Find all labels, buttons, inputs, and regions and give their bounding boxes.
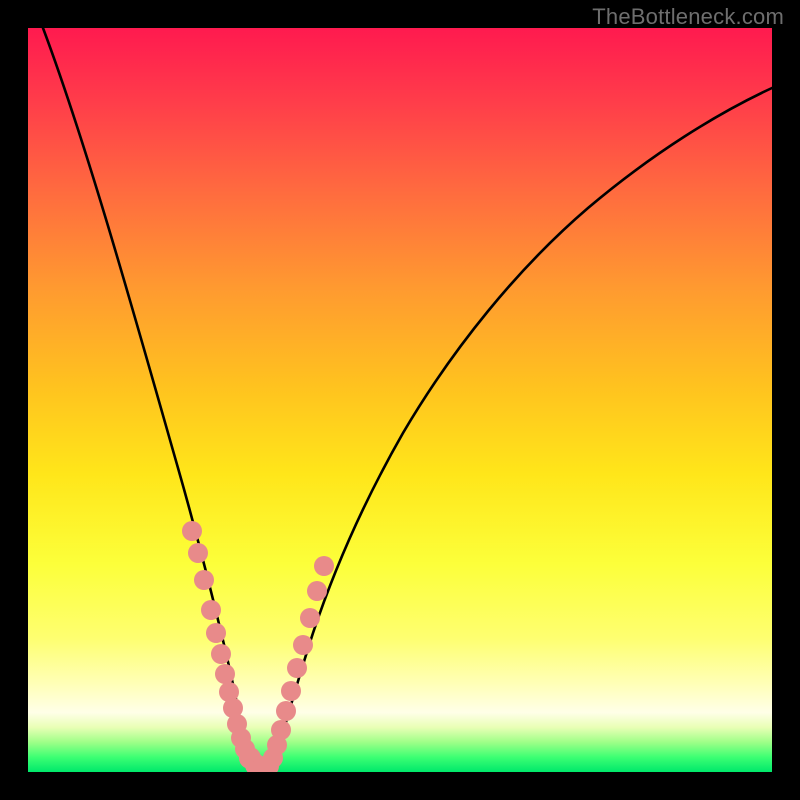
chart-svg	[28, 28, 772, 772]
chart-plot-area	[28, 28, 772, 772]
right-curve	[267, 88, 772, 771]
watermark-text: TheBottleneck.com	[592, 4, 784, 30]
marker-dots	[182, 521, 334, 772]
curve-lines	[43, 28, 772, 772]
